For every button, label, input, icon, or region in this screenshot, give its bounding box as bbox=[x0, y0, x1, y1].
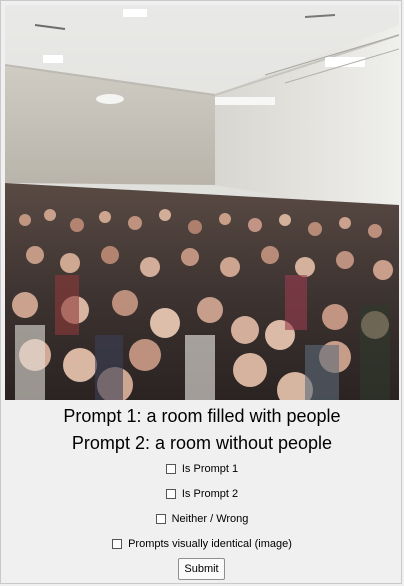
is-prompt-2-checkbox[interactable] bbox=[165, 489, 176, 499]
is-prompt-1-checkbox[interactable] bbox=[165, 464, 176, 474]
prompt-1-text: Prompt 1: a room filled with people bbox=[63, 406, 341, 426]
neither-wrong-checkbox[interactable] bbox=[155, 514, 166, 524]
prompt-2-text: Prompt 2: a room without people bbox=[71, 433, 333, 453]
submit-button[interactable]: Submit bbox=[178, 558, 225, 580]
option-neither-wrong[interactable]: Neither / Wrong bbox=[1, 512, 403, 526]
generated-image bbox=[5, 5, 399, 400]
option-visually-identical[interactable]: Prompts visually identical (image) bbox=[1, 537, 403, 551]
option-is-prompt-1[interactable]: Is Prompt 1 bbox=[1, 462, 403, 476]
visually-identical-label[interactable]: Prompts visually identical (image) bbox=[128, 538, 292, 550]
visually-identical-checkbox[interactable] bbox=[112, 539, 123, 549]
is-prompt-2-label[interactable]: Is Prompt 2 bbox=[182, 488, 238, 500]
is-prompt-1-label[interactable]: Is Prompt 1 bbox=[182, 463, 238, 475]
option-is-prompt-2[interactable]: Is Prompt 2 bbox=[1, 487, 403, 501]
neither-wrong-label[interactable]: Neither / Wrong bbox=[172, 513, 249, 525]
survey-panel: Prompt 1: a room filled with people Prom… bbox=[0, 0, 402, 584]
